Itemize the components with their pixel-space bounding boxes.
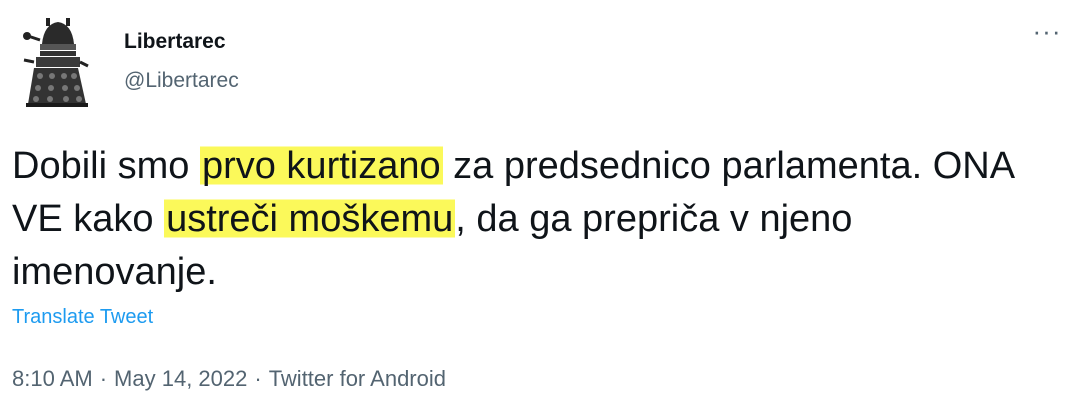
- author-display-name[interactable]: Libertarec: [124, 30, 226, 54]
- tweet-metadata: 8:10 AM · May 14, 2022 · Twitter for Android: [12, 366, 446, 392]
- translate-tweet-link[interactable]: Translate Tweet: [12, 306, 153, 329]
- tweet-text: Dobili smo prvo kurtizano za predsednico…: [12, 140, 1062, 299]
- tweet-card: Libertarec @Libertarec ··· Dobili smo pr…: [0, 0, 1076, 401]
- tweet-source[interactable]: Twitter for Android: [269, 366, 446, 391]
- highlighted-phrase: prvo kurtizano: [199, 145, 443, 187]
- more-options-icon: ···: [1032, 16, 1062, 46]
- more-options-button[interactable]: ···: [1030, 18, 1064, 46]
- tweet-time[interactable]: 8:10 AM: [12, 366, 93, 391]
- avatar[interactable]: [22, 14, 90, 108]
- meta-separator: ·: [254, 366, 262, 391]
- dalek-avatar-icon: [23, 18, 89, 107]
- meta-separator: ·: [99, 366, 108, 391]
- highlighted-phrase: ustreči moškemu: [164, 198, 456, 240]
- tweet-text-segment: Dobili smo: [12, 145, 200, 187]
- tweet-date[interactable]: May 14, 2022: [114, 366, 247, 391]
- author-handle[interactable]: @Libertarec: [124, 69, 239, 93]
